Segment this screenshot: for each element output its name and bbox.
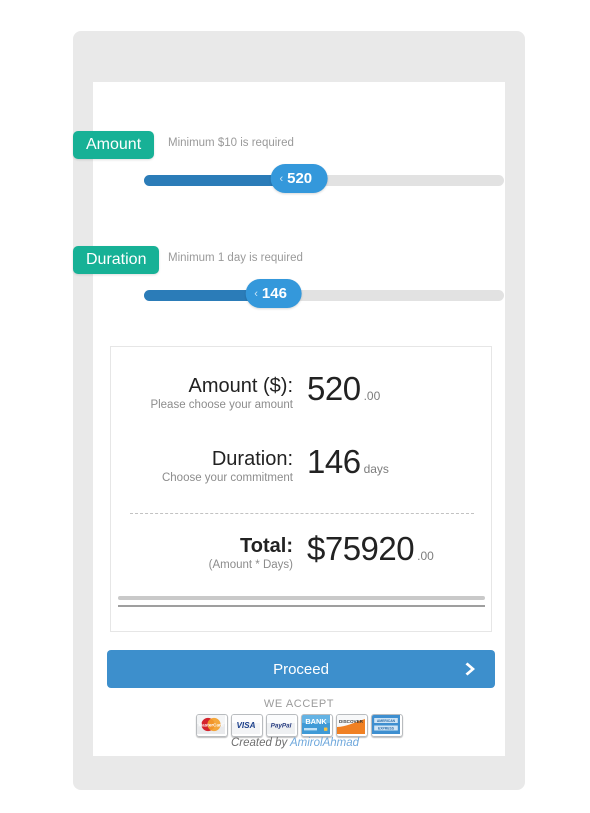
duration-slider[interactable]: ‹ 146 [144, 279, 504, 308]
duration-field-block: Duration Minimum 1 day is required ‹ 146 [73, 246, 505, 308]
payment-icon-bank[interactable]: BANK [300, 714, 333, 737]
summary-amount-value: 520 [307, 370, 361, 407]
summary-bottom-rule-thick [118, 596, 485, 600]
payment-icon-discover[interactable]: DISCOVER [335, 714, 368, 737]
summary-duration-value: 146 [307, 443, 361, 480]
summary-amount-title: Amount ($): [188, 375, 293, 397]
chevron-right-icon [465, 661, 478, 677]
summary-amount-value-group: 520.00 [307, 370, 380, 408]
proceed-button[interactable]: Proceed [107, 650, 495, 688]
summary-amount-subtitle: Please choose your amount [150, 399, 293, 411]
duration-badge: Duration [73, 246, 160, 274]
duration-slider-handle[interactable]: ‹ 146 [245, 279, 302, 308]
amount-field-header: Amount Minimum $10 is required [73, 131, 505, 159]
svg-text:DISCOVER: DISCOVER [339, 719, 364, 724]
svg-text:PayPal: PayPal [270, 723, 291, 730]
summary-divider [130, 513, 474, 514]
summary-duration-subtitle: Choose your commitment [161, 472, 293, 484]
svg-text:EXPRESS: EXPRESS [377, 727, 394, 731]
summary-amount-unit: .00 [363, 389, 381, 403]
svg-text:VISA: VISA [236, 721, 255, 730]
summary-total-subtitle: (Amount * Days) [208, 559, 293, 571]
summary-duration-title: Duration: [211, 448, 293, 470]
footer-credit-prefix: Created by [230, 737, 290, 749]
amount-badge: Amount [73, 131, 155, 159]
summary-card: Amount ($): Please choose your amount 52… [110, 346, 492, 632]
amount-field-block: Amount Minimum $10 is required ‹ 520 [73, 131, 505, 193]
amount-slider[interactable]: ‹ 520 [144, 164, 504, 193]
duration-slider-value: 146 [261, 285, 287, 302]
summary-total-title: Total: [240, 535, 293, 557]
svg-text:MasterCard: MasterCard [198, 722, 223, 727]
summary-amount-labels: Amount ($): Please choose your amount [111, 374, 293, 413]
svg-text:BANK: BANK [305, 717, 327, 726]
summary-total-value: $75920 [307, 530, 415, 567]
we-accept-label: WE ACCEPT [263, 698, 335, 710]
summary-total-unit: .00 [417, 549, 434, 563]
summary-total-labels: Total: (Amount * Days) [111, 534, 293, 573]
footer-author-link[interactable]: AmirolAhmad [290, 737, 359, 749]
summary-row-total: Total: (Amount * Days) $75920.00 [111, 530, 493, 590]
payment-icon-amex[interactable]: AMERICAN EXPRESS [370, 714, 403, 737]
summary-row-amount: Amount ($): Please choose your amount 52… [111, 370, 493, 430]
duration-field-header: Duration Minimum 1 day is required [73, 246, 505, 274]
svg-text:AMERICAN: AMERICAN [376, 719, 395, 723]
chevron-left-icon: ‹ [279, 173, 284, 185]
amount-slider-value: 520 [287, 170, 313, 187]
amount-hint: Minimum $10 is required [168, 137, 294, 149]
summary-bottom-rule-thin [118, 605, 485, 607]
duration-hint: Minimum 1 day is required [168, 252, 303, 264]
summary-duration-value-group: 146 days [307, 443, 389, 481]
summary-bottom-rule [118, 596, 485, 607]
chevron-left-icon: ‹ [254, 288, 258, 300]
payment-icon-paypal[interactable]: PayPal [265, 714, 298, 737]
calculator-panel: Amount Minimum $10 is required ‹ 520 Dura… [73, 82, 505, 756]
payment-icon-visa[interactable]: VISA [230, 714, 263, 737]
app-shell-container: Amount Minimum $10 is required ‹ 520 Dura… [73, 31, 525, 790]
payment-methods-list: MasterCard VISA PayPal BANK DISCOVER AME… [93, 714, 505, 737]
proceed-button-label: Proceed [273, 660, 329, 678]
amount-slider-handle[interactable]: ‹ 520 [270, 164, 328, 193]
payment-icon-mastercard[interactable]: MasterCard [195, 714, 228, 737]
summary-duration-unit: days [363, 462, 389, 476]
summary-duration-labels: Duration: Choose your commitment [111, 447, 293, 486]
footer-credit: Created by AmirolAhmad [0, 737, 590, 749]
summary-total-value-group: $75920.00 [307, 530, 434, 568]
summary-row-duration: Duration: Choose your commitment 146 days [111, 443, 493, 503]
